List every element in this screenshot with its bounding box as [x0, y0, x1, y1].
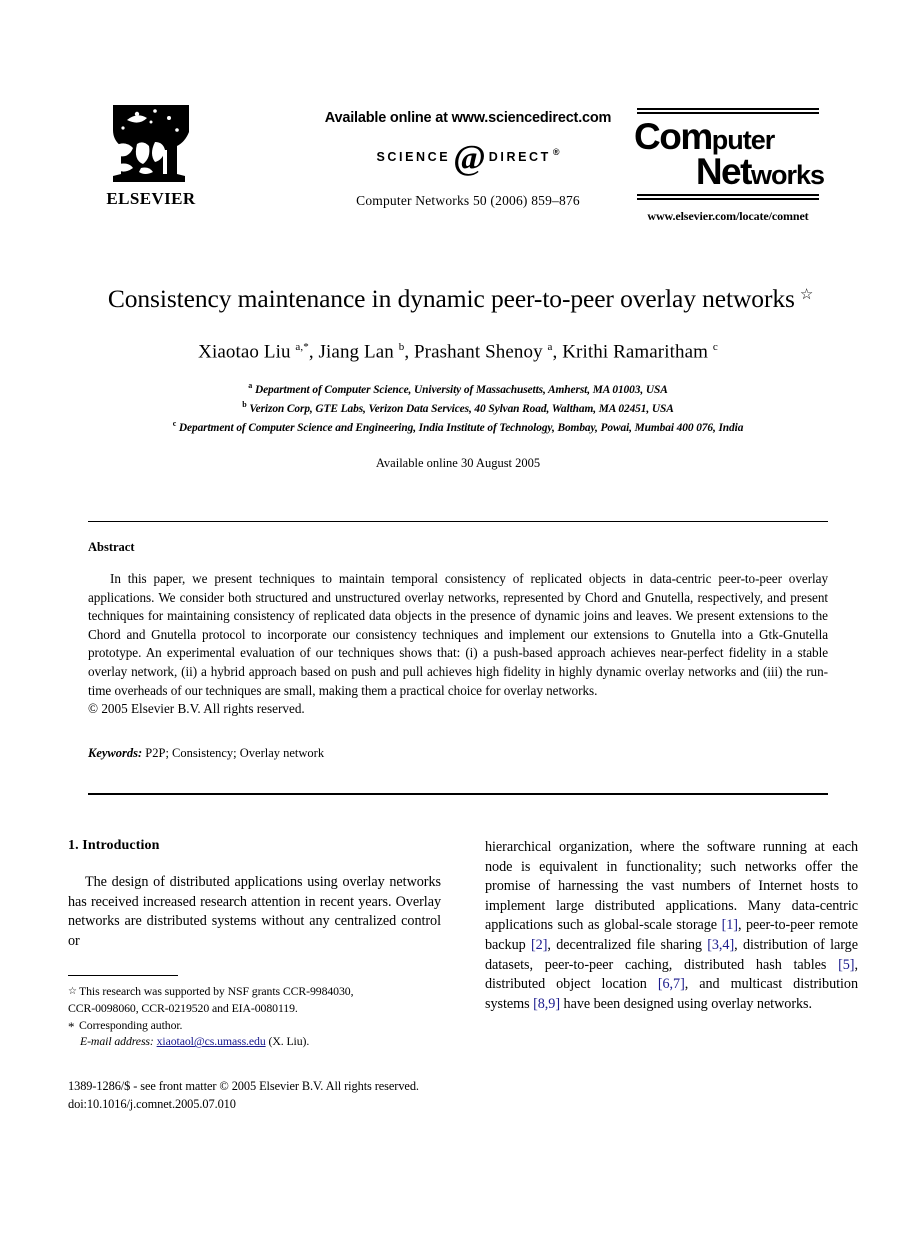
elsevier-wordmark: ELSEVIER	[106, 189, 196, 208]
column-left: 1. Introduction The design of distribute…	[68, 838, 441, 951]
footnote-corresponding-text: Corresponding author.	[79, 1017, 183, 1032]
footnote-corresponding-author: * Corresponding author.	[68, 1016, 441, 1034]
at-sign-icon: @	[453, 138, 486, 177]
affiliation-item: a Department of Computer Science, Univer…	[88, 380, 828, 399]
body-text-run: have been designed using overlay network…	[560, 995, 813, 1012]
title-block: Consistency maintenance in dynamic peer-…	[88, 282, 828, 471]
footnote-divider	[68, 975, 178, 976]
page-footer: 1389-1286/$ - see front matter © 2005 El…	[68, 1078, 568, 1114]
front-matter-line: 1389-1286/$ - see front matter © 2005 El…	[68, 1079, 419, 1093]
journal-logo-line-1: Computer	[628, 118, 828, 155]
citation-link[interactable]: [2]	[531, 937, 547, 953]
section-heading-introduction: 1. Introduction	[68, 838, 160, 853]
body-columns: 1. Introduction The design of distribute…	[68, 838, 858, 1088]
footnote-email-suffix: (X. Liu).	[268, 1034, 310, 1049]
journal-logo-line-2: Networks	[628, 153, 828, 190]
journal-logo: Computer Networks www.elsevier.com/locat…	[628, 108, 828, 224]
abstract-rule-bottom	[88, 793, 828, 795]
keywords-value: P2P; Consistency; Overlay network	[145, 745, 325, 760]
journal-logo-rule-top	[637, 108, 819, 114]
registered-trademark-icon: ®	[552, 147, 560, 157]
column-right: hierarchical organization, where the sof…	[485, 838, 858, 1014]
journal-logo-net: Net	[695, 150, 753, 192]
journal-logo-rule-bottom	[637, 193, 819, 200]
citation-link[interactable]: [6,7]	[658, 976, 685, 992]
author-list: Xiaotao Liu a,*, Jiang Lan b, Prashant S…	[198, 340, 718, 363]
citation-link[interactable]: [8,9]	[533, 996, 560, 1012]
doi-line: doi:10.1016/j.comnet.2005.07.010	[68, 1096, 236, 1111]
affiliation-item: c Department of Computer Science and Eng…	[88, 418, 828, 437]
journal-logo-works: works	[750, 159, 825, 190]
abstract-copyright: © 2005 Elsevier B.V. All rights reserved…	[88, 701, 305, 717]
journal-reference: Computer Networks 50 (2006) 859–876	[356, 193, 580, 208]
title-footnote-star-icon: ☆	[799, 286, 814, 303]
affiliation-text: Department of Computer Science and Engin…	[178, 422, 744, 435]
affiliation-marker: a	[248, 381, 253, 391]
footnote-star-icon: ☆	[68, 986, 77, 997]
abstract-section: Abstract In this paper, we present techn…	[88, 540, 828, 761]
intro-paragraph-right: hierarchical organization, where the sof…	[485, 838, 858, 1014]
footnote-grant-line-1: This research was supported by NSF grant…	[79, 984, 354, 998]
available-online-text: Available online at www.sciencedirect.co…	[324, 110, 612, 126]
footnote-asterisk-icon: *	[68, 1018, 75, 1034]
masthead: ELSEVIER Available online at www.science…	[88, 100, 828, 240]
citation-link[interactable]: [5]	[838, 957, 854, 973]
paper-page: ELSEVIER Available online at www.science…	[0, 0, 907, 1238]
sciencedirect-logo: SCIENCE @ DIRECT ®	[278, 138, 658, 177]
footnote-email: E-mail address: xiaotaol@cs.umass.edu (X…	[68, 1033, 441, 1049]
affiliation-marker: b	[242, 400, 247, 410]
footnote-grant: ☆ This research was supported by NSF gran…	[68, 983, 441, 1000]
page-title: Consistency maintenance in dynamic peer-…	[88, 282, 828, 316]
keywords-label: Keywords:	[88, 745, 143, 760]
intro-paragraph-left: The design of distributed applications u…	[68, 874, 441, 949]
affiliation-list: a Department of Computer Science, Univer…	[88, 380, 828, 437]
journal-url[interactable]: www.elsevier.com/locate/comnet	[628, 209, 828, 224]
elsevier-tree-icon	[107, 102, 195, 188]
affiliation-text: Verizon Corp, GTE Labs, Verizon Data Ser…	[249, 403, 674, 416]
affiliation-text: Department of Computer Science, Universi…	[254, 384, 668, 397]
available-online-date: Available online 30 August 2005	[375, 455, 541, 470]
citation-link[interactable]: [3,4]	[707, 937, 734, 953]
abstract-rule-top	[88, 521, 828, 522]
body-text-run: , decentralized file sharing	[547, 936, 708, 953]
affiliation-item: b Verizon Corp, GTE Labs, Verizon Data S…	[88, 399, 828, 418]
citation-link[interactable]: [1]	[722, 917, 738, 933]
paper-title-text: Consistency maintenance in dynamic peer-…	[107, 284, 795, 313]
sciencedirect-block: Available online at www.sciencedirect.co…	[278, 110, 658, 209]
footnote-email-label: E-mail address:	[80, 1034, 154, 1049]
elsevier-logo: ELSEVIER	[96, 102, 206, 207]
sciencedirect-science-word: SCIENCE	[376, 150, 451, 164]
footnote-grant-continued: CCR-0098060, CCR-0219520 and EIA-0080119…	[68, 1000, 298, 1015]
abstract-body: In this paper, we present techniques to …	[88, 571, 828, 698]
sciencedirect-direct-word: DIRECT	[488, 150, 551, 164]
email-link[interactable]: xiaotaol@cs.umass.edu	[157, 1034, 266, 1048]
abstract-heading: Abstract	[88, 540, 135, 554]
footnotes: ☆ This research was supported by NSF gran…	[68, 975, 441, 1049]
keywords: Keywords: P2P; Consistency; Overlay netw…	[88, 746, 828, 761]
affiliation-marker: c	[172, 419, 177, 429]
